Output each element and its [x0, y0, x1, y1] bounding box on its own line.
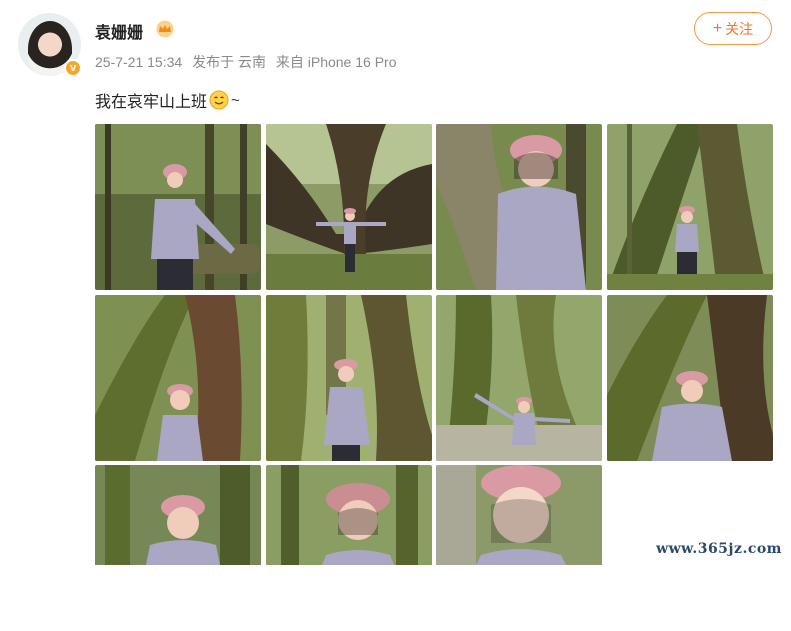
- post-location: 发布于 云南: [192, 54, 266, 70]
- watermark: www.365jz.com: [656, 541, 782, 557]
- post-meta: 25-7-21 15:34 发布于 云南 来自 iPhone 16 Pro: [95, 52, 402, 72]
- smile-emoji-icon: [209, 90, 229, 110]
- photo-5[interactable]: [95, 295, 261, 461]
- post-text: 我在哀牢山上班 ~: [95, 88, 240, 112]
- photo-6[interactable]: [266, 295, 432, 461]
- photo-8[interactable]: [607, 295, 773, 461]
- photo-2[interactable]: [266, 124, 432, 290]
- photo-9[interactable]: [95, 465, 261, 631]
- photo-1[interactable]: [95, 124, 261, 290]
- post-suffix: ~: [231, 91, 240, 109]
- photo-10[interactable]: [266, 465, 432, 631]
- post-date[interactable]: 25-7-21 15:34: [95, 54, 182, 70]
- post-source: 来自 iPhone 16 Pro: [275, 54, 397, 70]
- photo-3[interactable]: [436, 124, 602, 290]
- photo-grid: [95, 124, 775, 565]
- photo-11[interactable]: [436, 465, 602, 631]
- follow-button[interactable]: + 关注: [694, 12, 772, 45]
- verified-badge-icon: v: [64, 59, 82, 77]
- follow-label: 关注: [725, 20, 754, 37]
- plus-icon: +: [712, 19, 723, 37]
- photo-4[interactable]: [607, 124, 773, 290]
- crown-icon: [156, 20, 174, 38]
- post-text-content: 我在哀牢山上班: [95, 94, 208, 111]
- username[interactable]: 袁姗姗: [95, 19, 143, 43]
- photo-7[interactable]: [436, 295, 602, 461]
